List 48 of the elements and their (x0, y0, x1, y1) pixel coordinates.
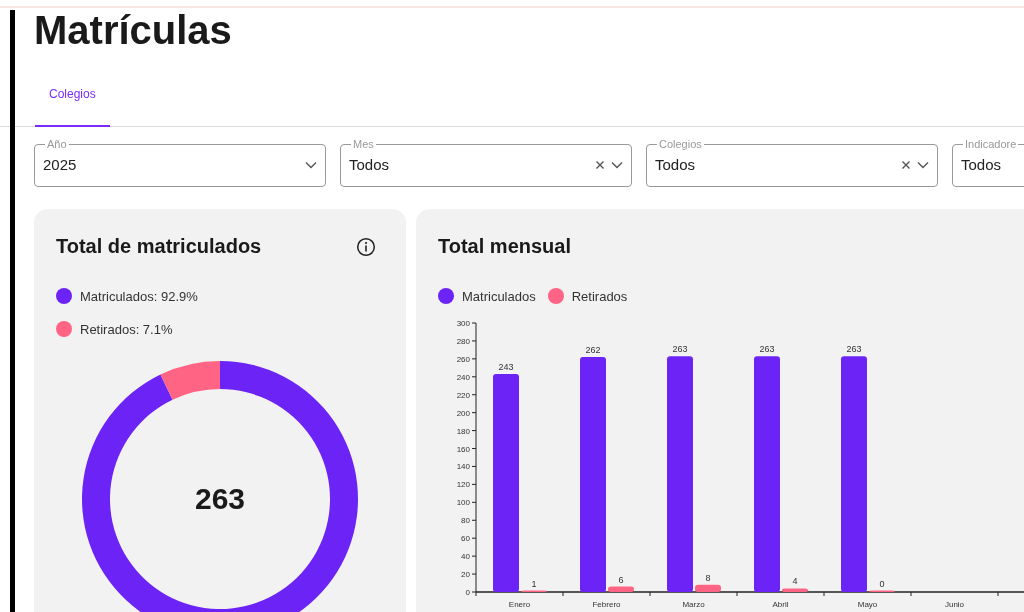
card-title: Total mensual (438, 235, 571, 258)
select-field[interactable]: Año 2025 (34, 139, 326, 187)
x-tick-label: Mayo (857, 600, 878, 609)
y-tick-label: 140 (456, 462, 470, 472)
y-tick-label: 160 (456, 444, 470, 454)
bar-value-label: 243 (498, 362, 514, 373)
y-tick-label: 40 (461, 552, 470, 562)
y-tick-label: 200 (456, 408, 470, 418)
bar-value-label: 263 (846, 344, 862, 355)
legend-label: Retirados (571, 288, 628, 304)
y-tick-label: 120 (456, 480, 470, 490)
y-tick-label: 80 (461, 516, 470, 526)
legend-label: Matriculados (462, 288, 536, 304)
y-tick-label: 0 (465, 588, 470, 597)
x-tick-label: Marzo (682, 600, 705, 609)
y-tick-label: 60 (461, 534, 470, 544)
select-field[interactable]: Mes Todos (340, 139, 632, 187)
card-title: Total de matriculados (56, 235, 262, 258)
bar-value-label: 8 (705, 572, 711, 583)
y-tick-label: 280 (456, 336, 470, 346)
x-tick-label: Enero (508, 600, 531, 609)
clear-icon[interactable] (595, 159, 605, 170)
y-tick-label: 20 (461, 570, 470, 580)
legend-label: Retirados: 7.1% (80, 321, 173, 337)
clear-icon[interactable] (901, 159, 911, 170)
bar-value-label: 0 (879, 578, 885, 589)
y-tick-label: 300 (456, 319, 470, 328)
select-field[interactable]: Colegios Todos (646, 139, 938, 187)
bar-value-label: 262 (585, 345, 601, 356)
legend-label: Matriculados: 92.9% (80, 288, 198, 304)
y-tick-label: 100 (456, 498, 470, 508)
y-tick-label: 180 (456, 426, 470, 436)
bar-value-label: 6 (618, 574, 624, 585)
page-title: Matrículas (34, 7, 233, 54)
info-icon[interactable] (356, 236, 376, 257)
donut-total: 263 (194, 482, 246, 516)
select-field[interactable]: Indicadore Todos (952, 139, 1024, 187)
y-tick-label: 220 (456, 390, 470, 400)
x-tick-label: Febrero (592, 600, 621, 609)
y-tick-label: 260 (456, 354, 470, 364)
x-tick-label: Junio (944, 600, 965, 609)
bar-value-label: 1 (531, 578, 537, 589)
x-tick-label: Abril (772, 600, 789, 609)
y-tick-label: 240 (456, 372, 470, 382)
bar-value-label: 4 (792, 576, 798, 587)
bar-value-label: 263 (672, 344, 688, 355)
bar-value-label: 263 (759, 344, 775, 355)
tab[interactable]: Colegios (35, 87, 110, 127)
